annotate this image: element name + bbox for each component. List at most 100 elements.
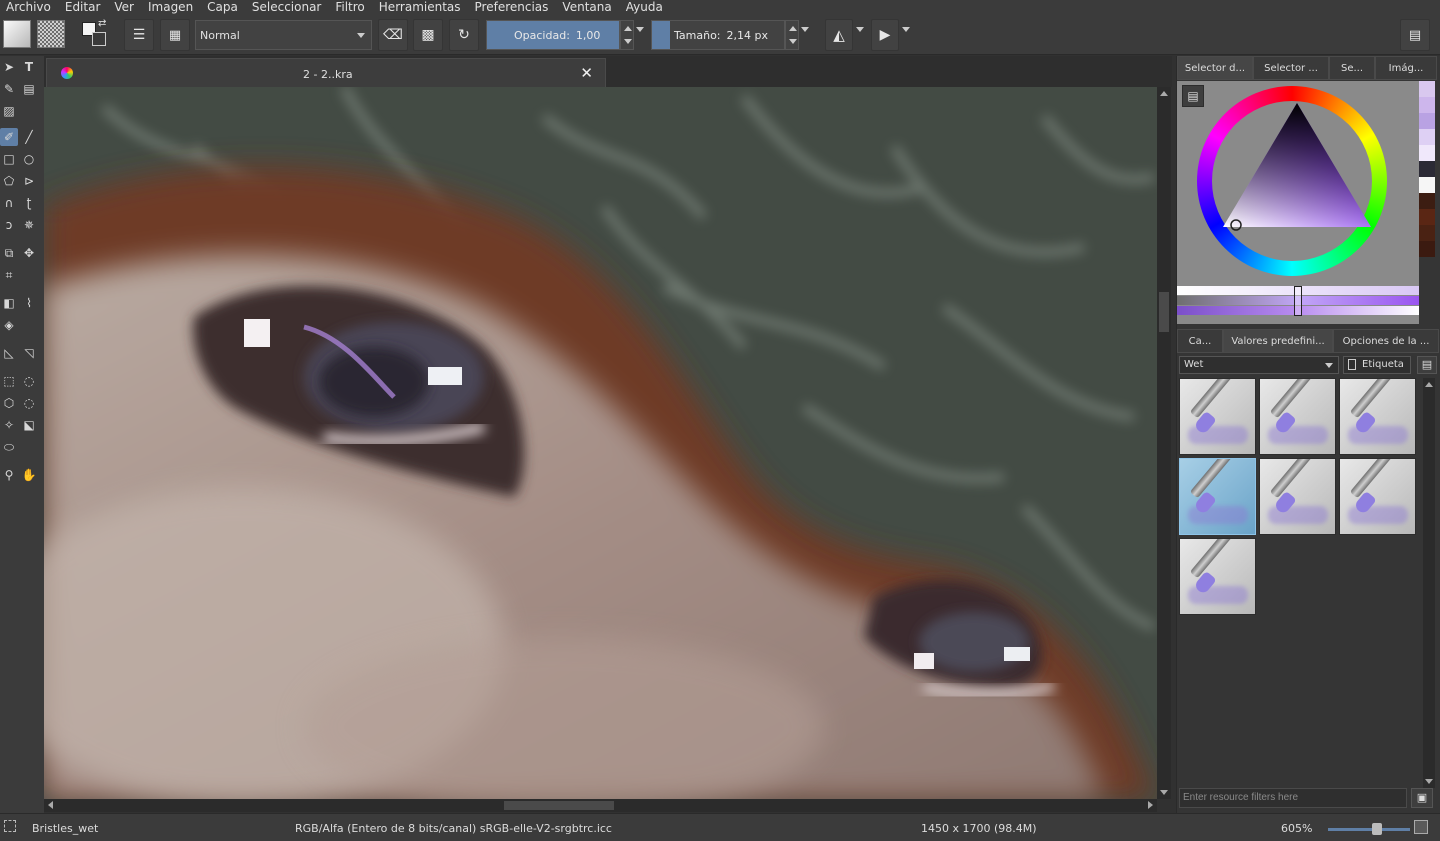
horizontal-scroll-thumb[interactable] bbox=[504, 801, 614, 810]
calligraphy-tool-icon[interactable]: ▤ bbox=[20, 80, 38, 98]
rect-select-tool-icon[interactable]: ⬚ bbox=[0, 372, 18, 390]
menu-editar[interactable]: Editar bbox=[65, 0, 101, 15]
mirror-vertical-dropdown-icon[interactable] bbox=[902, 27, 910, 32]
choose-brush-preset-button[interactable]: ▦ bbox=[160, 19, 190, 51]
ellipse-tool-icon[interactable]: ○ bbox=[20, 150, 38, 168]
scroll-down-icon[interactable] bbox=[1425, 779, 1433, 784]
similar-select-tool-icon[interactable]: ⬕ bbox=[20, 416, 38, 434]
select-shapes-tool-icon[interactable]: ➤ bbox=[0, 58, 18, 76]
fg-bg-color-selector[interactable]: ⇄ bbox=[80, 18, 110, 50]
recent-color-swatch[interactable] bbox=[1419, 177, 1435, 193]
mirror-horizontal-dropdown-icon[interactable] bbox=[856, 27, 864, 32]
saturation-value-triangle[interactable] bbox=[1221, 101, 1371, 231]
tab-brush-presets[interactable]: Valores predefini... bbox=[1223, 329, 1333, 353]
crop-tool-icon[interactable]: ⌗ bbox=[0, 266, 18, 284]
recent-color-swatch[interactable] bbox=[1419, 161, 1435, 177]
menu-ventana[interactable]: Ventana bbox=[562, 0, 611, 15]
polyline-tool-icon[interactable]: ⊳ bbox=[20, 172, 38, 190]
color-settings-button[interactable]: ▤ bbox=[1182, 85, 1204, 107]
menu-capa[interactable]: Capa bbox=[207, 0, 238, 15]
opacity-dropdown-icon[interactable] bbox=[636, 27, 644, 32]
freehand-select-tool-icon[interactable]: ◌ bbox=[20, 394, 38, 412]
recent-color-swatch[interactable] bbox=[1419, 129, 1435, 145]
tab-advanced-color-selector[interactable]: Selector d... bbox=[1177, 56, 1253, 80]
background-color[interactable] bbox=[92, 32, 106, 46]
selection-icon[interactable] bbox=[4, 820, 16, 832]
tab-tool-options[interactable]: Opciones de la ... bbox=[1333, 329, 1439, 353]
canvas[interactable] bbox=[44, 87, 1157, 799]
edit-shapes-tool-icon[interactable]: ✎ bbox=[0, 80, 18, 98]
gradient-swatch[interactable] bbox=[3, 20, 31, 48]
pan-tool-icon[interactable]: ✋ bbox=[20, 466, 38, 484]
recent-color-swatch[interactable] bbox=[1419, 81, 1435, 97]
move-tool-icon[interactable]: ✥ bbox=[20, 244, 38, 262]
mirror-horizontal-button[interactable]: ◭ bbox=[825, 19, 853, 51]
opacity-slider[interactable]: Opacidad: 1,00 bbox=[486, 20, 620, 50]
measure-tool-icon[interactable]: ◹ bbox=[20, 344, 38, 362]
rectangle-tool-icon[interactable]: □ bbox=[0, 150, 18, 168]
recent-color-swatch[interactable] bbox=[1419, 209, 1435, 225]
close-icon[interactable]: ✕ bbox=[580, 64, 593, 82]
tab-color-selector[interactable]: Selector ... bbox=[1253, 56, 1329, 80]
assistant-tool-icon[interactable]: ◺ bbox=[0, 344, 18, 362]
pattern-swatch[interactable] bbox=[37, 20, 65, 48]
vertical-scroll-thumb[interactable] bbox=[1159, 292, 1169, 332]
gradient-edit-tool-icon[interactable]: ▨ bbox=[0, 102, 18, 120]
recent-color-swatch[interactable] bbox=[1419, 225, 1435, 241]
size-dropdown-icon[interactable] bbox=[801, 27, 809, 32]
scroll-up-icon[interactable] bbox=[1160, 91, 1168, 96]
zoom-slider[interactable] bbox=[1328, 823, 1410, 835]
swap-colors-icon[interactable]: ⇄ bbox=[98, 18, 106, 29]
menu-filtro[interactable]: Filtro bbox=[335, 0, 364, 15]
bezier-tool-icon[interactable]: ∩ bbox=[0, 194, 18, 212]
brush-preset-thumbnail[interactable] bbox=[1339, 378, 1416, 455]
recent-color-swatch[interactable] bbox=[1419, 241, 1435, 257]
brush-preset-thumbnail[interactable] bbox=[1259, 458, 1336, 535]
menu-archivo[interactable]: Archivo bbox=[6, 0, 51, 15]
recent-color-swatch[interactable] bbox=[1419, 145, 1435, 161]
reload-preset-button[interactable]: ↻ bbox=[449, 19, 479, 51]
preset-view-options-button[interactable]: ▤ bbox=[1417, 356, 1437, 374]
resource-filter-input[interactable]: Enter resource filters here bbox=[1179, 788, 1407, 808]
transform-tool-icon[interactable]: ⧉ bbox=[0, 244, 18, 262]
tab-layers[interactable]: Ca... bbox=[1177, 329, 1223, 353]
canvas-vertical-scrollbar[interactable] bbox=[1157, 87, 1171, 799]
fullscreen-icon[interactable] bbox=[1414, 820, 1428, 834]
bezier-select-tool-icon[interactable]: ⬭ bbox=[0, 438, 18, 456]
scroll-up-icon[interactable] bbox=[1425, 382, 1433, 387]
menu-preferencias[interactable]: Preferencias bbox=[475, 0, 549, 15]
text-tool-icon[interactable]: T bbox=[20, 58, 38, 76]
blend-mode-select[interactable]: Normal bbox=[195, 20, 372, 50]
tag-select[interactable]: Etiqueta bbox=[1343, 356, 1411, 374]
bar-handle[interactable] bbox=[1294, 286, 1302, 316]
mirror-vertical-button[interactable]: ▶ bbox=[871, 19, 899, 51]
menu-seleccionar[interactable]: Seleccionar bbox=[252, 0, 321, 15]
menu-herramientas[interactable]: Herramientas bbox=[379, 0, 461, 15]
canvas-horizontal-scrollbar[interactable] bbox=[44, 799, 1157, 812]
freehand-brush-tool-icon[interactable]: ✐ bbox=[0, 128, 18, 146]
edit-brush-settings-button[interactable]: ☰ bbox=[124, 19, 154, 51]
polygon-select-tool-icon[interactable]: ⬡ bbox=[0, 394, 18, 412]
recent-color-swatch[interactable] bbox=[1419, 193, 1435, 209]
line-tool-icon[interactable]: ╱ bbox=[20, 128, 38, 146]
save-filter-button[interactable]: ▣ bbox=[1411, 788, 1433, 808]
color-picker-tool-icon[interactable]: ⌇ bbox=[20, 294, 38, 312]
multibrush-tool-icon[interactable]: ✵ bbox=[20, 216, 38, 234]
scroll-down-icon[interactable] bbox=[1160, 790, 1168, 795]
ellipse-select-tool-icon[interactable]: ◌ bbox=[20, 372, 38, 390]
opacity-spinner[interactable] bbox=[620, 20, 634, 50]
advanced-color-selector[interactable]: ▤ bbox=[1177, 81, 1419, 324]
recent-color-swatch[interactable] bbox=[1419, 97, 1435, 113]
recent-color-swatch[interactable] bbox=[1419, 113, 1435, 129]
tab-se[interactable]: Se... bbox=[1329, 56, 1375, 80]
brush-preset-thumbnail[interactable] bbox=[1179, 378, 1256, 455]
eraser-mode-button[interactable]: ⌫ bbox=[378, 19, 408, 51]
scroll-right-icon[interactable] bbox=[1148, 801, 1153, 809]
scroll-left-icon[interactable] bbox=[48, 801, 53, 809]
zoom-tool-icon[interactable]: ⚲ bbox=[0, 466, 18, 484]
document-tab[interactable]: 2 - 2..kra ✕ bbox=[46, 58, 606, 87]
preserve-alpha-button[interactable]: ▩ bbox=[413, 19, 443, 51]
gradient-tool-icon[interactable]: ◧ bbox=[0, 294, 18, 312]
size-slider[interactable]: Tamaño: 2,14 px bbox=[651, 20, 785, 50]
brush-preset-thumbnail[interactable] bbox=[1259, 378, 1336, 455]
